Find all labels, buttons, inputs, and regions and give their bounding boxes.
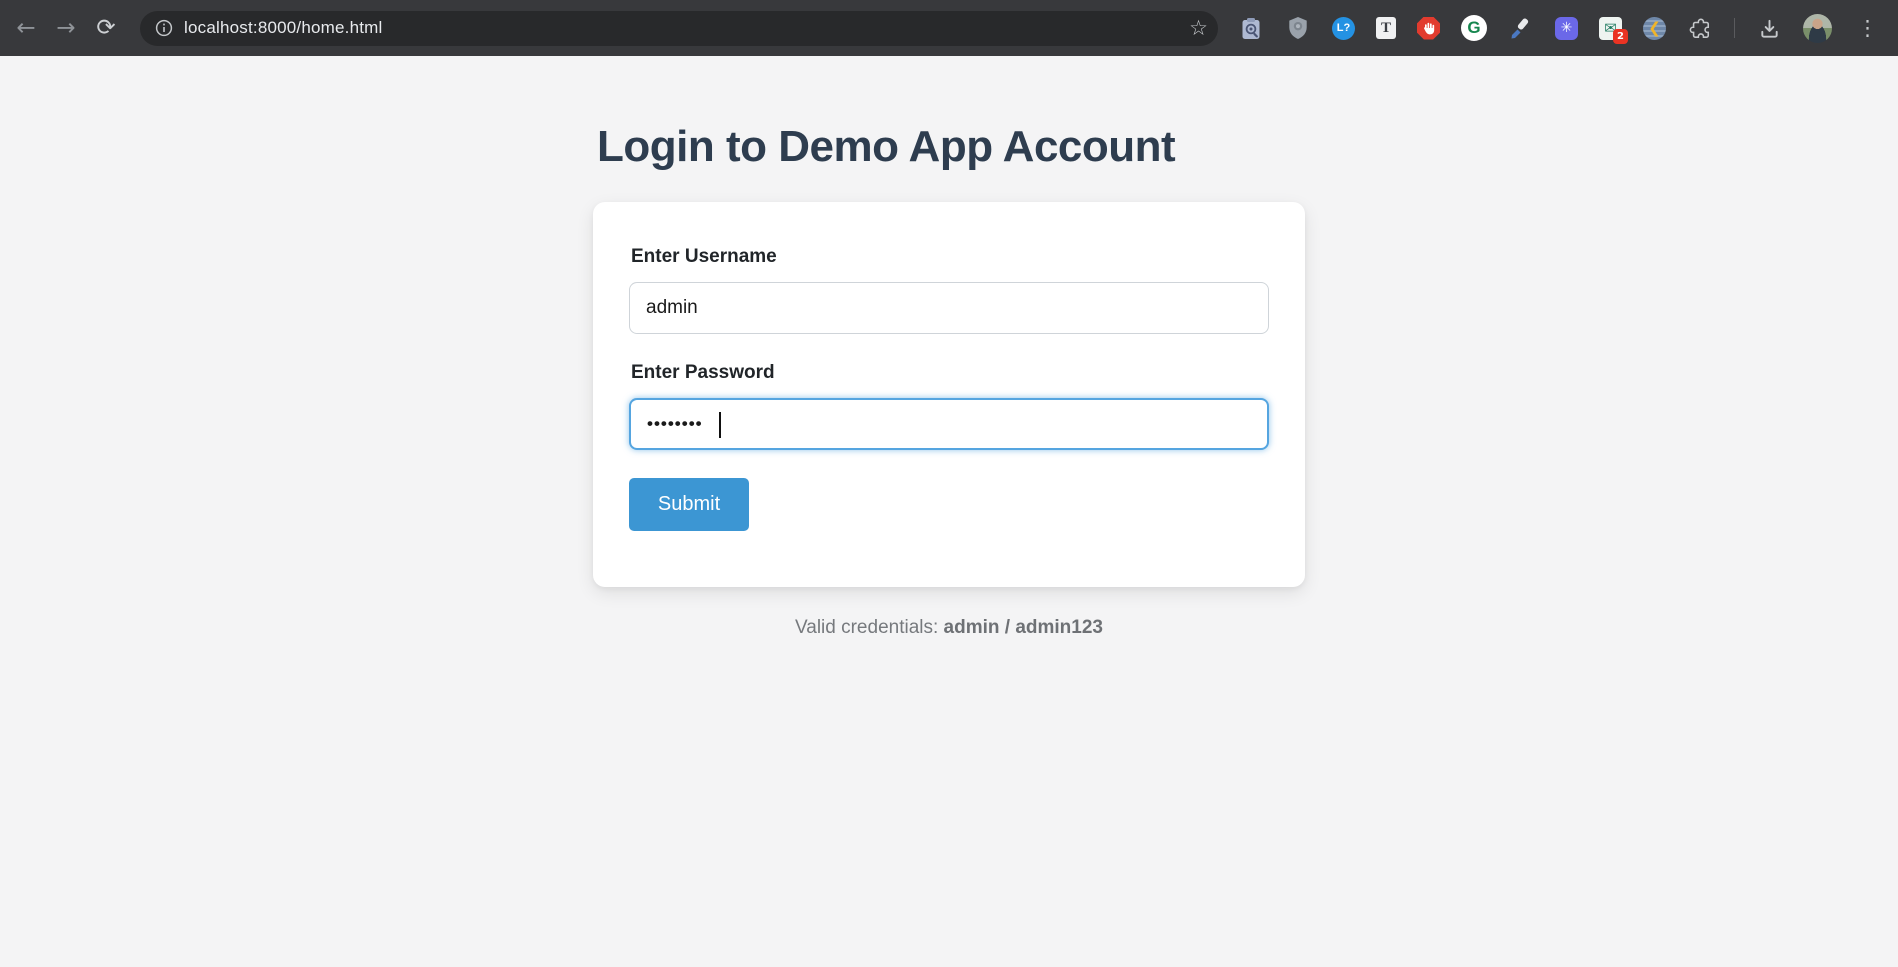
username-input[interactable] xyxy=(629,282,1269,334)
forward-button[interactable]: → xyxy=(46,8,86,48)
forward-arrow-icon: → xyxy=(56,15,76,41)
mail-checker-extension-icon[interactable]: ✉ 2 xyxy=(1599,16,1628,44)
downloads-button[interactable] xyxy=(1756,15,1782,41)
password-input[interactable] xyxy=(629,398,1269,450)
snowflake-extension-icon[interactable]: ✳ xyxy=(1555,16,1578,40)
share-arrow-icon: ❮ xyxy=(1648,19,1661,37)
text-caret xyxy=(719,412,721,438)
clipboard-capture-extension-icon[interactable] xyxy=(1238,15,1264,41)
globe-share-extension-icon[interactable]: ❮ xyxy=(1643,16,1666,40)
extensions-puzzle-icon[interactable] xyxy=(1687,15,1713,41)
t-document-extension-icon[interactable]: T xyxy=(1376,17,1396,39)
eyedropper-extension-icon[interactable] xyxy=(1508,15,1534,41)
browser-menu-icon[interactable]: ⋮ xyxy=(1853,17,1882,39)
nav-button-group: ← → ⟳ xyxy=(6,8,126,48)
reload-button[interactable]: ⟳ xyxy=(86,8,126,48)
login-card: Enter Username Enter Password Submit xyxy=(593,202,1305,587)
hint-credentials: admin / admin123 xyxy=(943,617,1103,638)
languagetool-extension-icon[interactable]: L? xyxy=(1332,16,1355,40)
credentials-hint: Valid credentials: admin / admin123 xyxy=(593,617,1305,639)
url-text: localhost:8000/home.html xyxy=(184,18,383,37)
extensions-row: L? T G ✳ ✉ 2 ❮ ⋮ xyxy=(1232,13,1888,44)
adblock-stop-hand-icon[interactable] xyxy=(1417,16,1440,40)
profile-avatar[interactable] xyxy=(1803,13,1832,43)
page-content: Login to Demo App Account Enter Username… xyxy=(0,122,1898,639)
bookmark-star-icon[interactable]: ☆ xyxy=(1189,17,1208,39)
back-arrow-icon: ← xyxy=(16,15,36,41)
page-title: Login to Demo App Account xyxy=(597,122,1176,171)
site-info-icon[interactable] xyxy=(152,16,176,40)
hint-prefix: Valid credentials: xyxy=(794,617,944,638)
grammarly-extension-icon[interactable]: G xyxy=(1461,15,1487,41)
reload-icon: ⟳ xyxy=(96,15,116,41)
shield-extension-icon[interactable] xyxy=(1285,15,1311,41)
toolbar-separator xyxy=(1734,18,1735,38)
unread-count-badge: 2 xyxy=(1613,28,1628,44)
back-button[interactable]: ← xyxy=(6,8,46,48)
password-label: Enter Password xyxy=(631,362,775,383)
submit-button[interactable]: Submit xyxy=(629,478,749,531)
browser-toolbar: ← → ⟳ localhost:8000/home.html ☆ L? T G … xyxy=(0,0,1898,56)
address-bar[interactable]: localhost:8000/home.html ☆ xyxy=(140,10,1218,46)
username-label: Enter Username xyxy=(631,246,777,267)
